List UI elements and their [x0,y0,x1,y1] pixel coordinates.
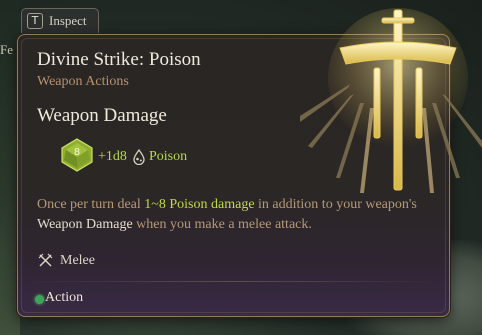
divine-strike-art-icon [300,8,482,193]
tooltip-title: Divine Strike: Poison [37,49,201,70]
action-dot-icon [35,295,44,304]
footer-divider [26,281,441,282]
weapon-damage-term: Weapon Damage [37,217,133,232]
inspect-label: Inspect [49,13,87,28]
damage-type: Poison [149,149,188,164]
svg-text:8: 8 [74,147,80,158]
damage-dice: +1d8 [98,149,127,164]
section-title: Weapon Damage [37,105,167,126]
keybind-badge: T [27,13,43,29]
background-clipped-text: Fe [0,42,13,57]
d8-die-icon: 8 [61,138,93,172]
range-type-label: Melee [60,253,95,268]
description: Once per turn deal 1~8 Poison damage in … [37,197,417,232]
damage-highlight: 1~8 Poison damage [144,197,255,212]
poison-icon [133,149,145,165]
action-cost-label: Action [45,290,84,305]
crossed-swords-icon [38,253,53,267]
tooltip-subtitle: Weapon Actions [37,74,129,89]
inspect-tab[interactable]: T Inspect [21,8,99,33]
